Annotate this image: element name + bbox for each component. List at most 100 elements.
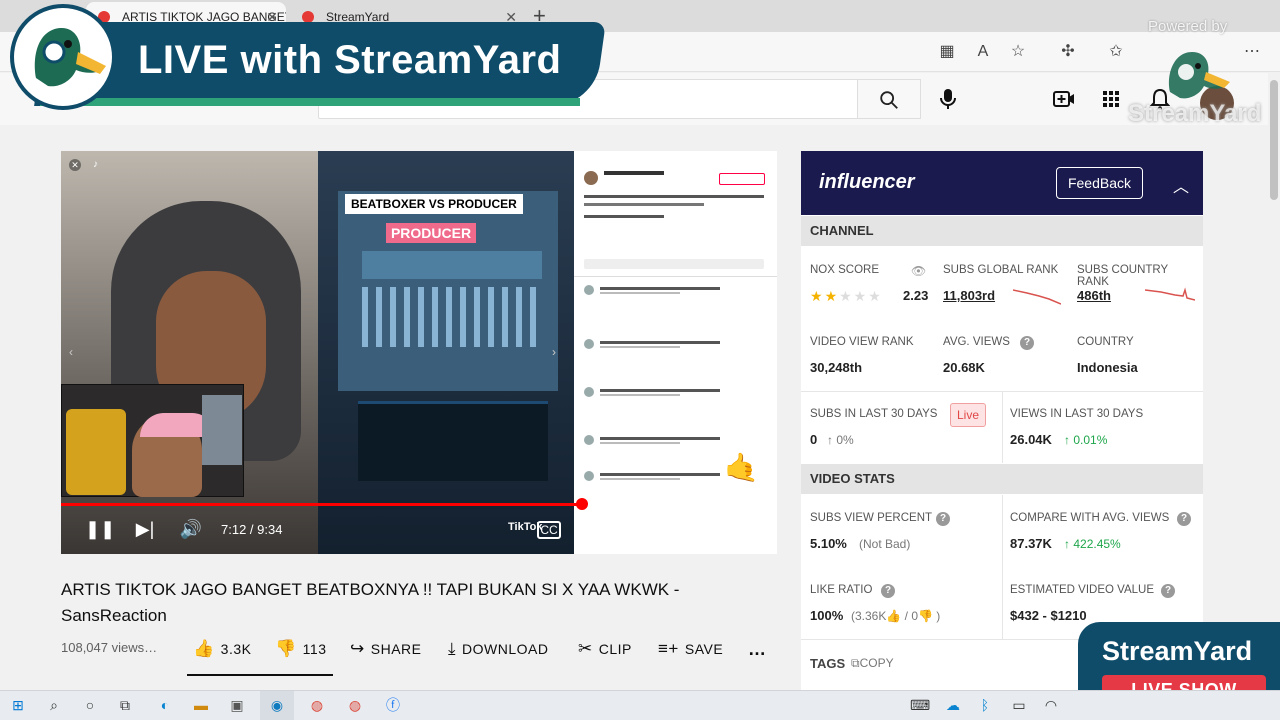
dislike-count: 113 (302, 641, 327, 657)
eye-icon[interactable]: 👁 (911, 264, 926, 278)
help-icon[interactable]: ? (1177, 512, 1191, 526)
apps-grid-icon[interactable] (1102, 90, 1120, 108)
nox-score-label: NOX SCORE (810, 264, 880, 276)
download-button[interactable]: ⤓ DOWNLOAD (448, 638, 548, 660)
scrubber-handle[interactable] (575, 498, 588, 510)
like-count: 3.3K (220, 641, 252, 657)
thumbs-up-icon: 👍 (193, 639, 215, 658)
help-icon[interactable]: ? (881, 584, 895, 598)
country-label: COUNTRY (1077, 336, 1134, 348)
compare-avg-value: 87.37K (1010, 536, 1052, 551)
video-player[interactable]: ✕ ♪ ‹ BEATBOXER VS PRODUCER PRODUCER › T… (61, 151, 777, 554)
clip-label: CLIP (598, 641, 632, 657)
monitor (358, 401, 548, 481)
help-icon[interactable]: ? (1020, 336, 1034, 350)
volume-icon[interactable]: 🔊 (179, 519, 203, 540)
help-icon[interactable]: ? (936, 512, 950, 526)
subs-30-change: ↑ 0% (827, 433, 854, 447)
settings-gear-icon[interactable]: ⚙ (585, 519, 609, 540)
favorite-add-icon[interactable]: ☆ (1008, 42, 1028, 62)
video-title: ARTIS TIKTOK JAGO BANGET BEATBOXNYA !! T… (61, 580, 680, 625)
extensions-icon[interactable]: ✣ (1058, 42, 1078, 62)
arrow-up-icon: ↑ (827, 433, 837, 447)
live-badge[interactable]: Live (950, 403, 986, 427)
arrow-up-icon: ↑ (1064, 433, 1074, 447)
create-video-icon[interactable] (1053, 89, 1075, 109)
like-button[interactable]: 👍 3.3K (193, 638, 251, 660)
file-explorer-icon[interactable]: ▬ (192, 696, 210, 714)
star-rating: ★★★★★ (810, 288, 883, 305)
favorites-icon[interactable]: ✩ (1106, 42, 1126, 62)
progress-fill (61, 503, 582, 506)
windows-start-icon[interactable]: ⊞ (9, 696, 27, 714)
more-actions-button[interactable]: … (748, 638, 767, 660)
like-ratio-dislikes: / 0 (904, 609, 918, 623)
task-view-icon[interactable]: ⧉ (116, 696, 134, 714)
wifi-icon[interactable]: ◠ (1042, 696, 1060, 714)
country-rank-trend-chart (1145, 287, 1195, 301)
streamyard-duck-watermark-icon (1162, 42, 1232, 102)
view-count[interactable]: 108,047 views… (61, 640, 157, 655)
views-30-change: ↑ 0.01% (1064, 433, 1107, 447)
onedrive-icon[interactable]: ☁ (944, 696, 962, 714)
bluetooth-icon[interactable]: ᛒ (976, 696, 994, 714)
edge-active-icon[interactable]: ◉ (268, 696, 286, 714)
keyboard-icon[interactable]: ⌨ (910, 696, 930, 714)
powered-by-label: Powered by (1148, 18, 1228, 35)
shaka-hand-icon: 🤙 (724, 452, 759, 483)
chevron-up-icon[interactable]: ︿ (1173, 173, 1189, 197)
tiktok-user-avatar (584, 171, 598, 185)
search-icon[interactable]: ⌕ (45, 696, 63, 714)
chevron-right-icon: › (552, 345, 556, 359)
estimated-value-label: ESTIMATED VIDEO VALUE (1010, 584, 1154, 596)
comment-item (584, 387, 764, 399)
captions-icon[interactable]: CC (537, 521, 561, 539)
chrome-profile-icon[interactable]: ◍ (346, 696, 364, 714)
webcam-feed (61, 384, 244, 497)
cortana-icon[interactable]: ○ (81, 696, 99, 714)
estimated-value-value: $432 - $1210 (1010, 608, 1087, 623)
like-ratio-value: 100% (810, 608, 844, 623)
copy-tags-button[interactable]: ⧉COPY (851, 656, 894, 671)
help-icon[interactable]: ? (1161, 584, 1175, 598)
caption-line (584, 195, 764, 198)
clip-button[interactable]: ✂ CLIP (578, 638, 632, 660)
download-label: DOWNLOAD (462, 641, 549, 657)
split-screen-icon[interactable]: ▦ (937, 42, 957, 62)
compare-avg-change-value: 422.45% (1073, 537, 1121, 551)
streamyard-badge-title: StreamYard (1102, 636, 1253, 666)
share-label: SHARE (370, 641, 422, 657)
comment-item (584, 339, 764, 351)
share-button[interactable]: ↪ SHARE (350, 638, 421, 660)
chrome-icon[interactable]: ◍ (308, 696, 326, 714)
duck-logo-icon (14, 8, 112, 106)
store-icon[interactable]: ▣ (228, 696, 246, 714)
caption-line (584, 203, 704, 206)
next-icon[interactable]: ▶| (133, 519, 157, 540)
subs-30-value: 0 (810, 432, 818, 447)
subs-view-percent-note: (Not Bad) (859, 537, 911, 551)
subs-global-rank-value[interactable]: 11,803rd (943, 288, 995, 303)
search-button[interactable] (857, 79, 921, 119)
facebook-icon[interactable]: ⓕ (384, 696, 402, 714)
miniplayer-icon[interactable]: ▣ (633, 519, 657, 540)
scrollbar-thumb[interactable] (1270, 80, 1278, 200)
views-30-label: VIEWS IN LAST 30 DAYS (1010, 408, 1144, 420)
subs-country-rank-label: SUBS COUNTRY RANK (1077, 264, 1168, 288)
save-button[interactable]: ≡+ SAVE (658, 638, 723, 660)
dislike-button[interactable]: 👎 113 (275, 638, 327, 660)
battery-icon[interactable]: ▭ (1010, 696, 1028, 714)
subs-country-rank-value[interactable]: 486th (1077, 288, 1111, 303)
beatboxer-vs-producer-label: BEATBOXER VS PRODUCER (345, 194, 523, 214)
read-aloud-icon[interactable]: A (973, 42, 993, 62)
subs-view-percent-value: 5.10% (810, 536, 847, 551)
pause-icon[interactable]: ❚❚ (85, 519, 115, 540)
theater-mode-icon[interactable]: ▭ (679, 519, 707, 540)
star-empty-icon: ★★★ (839, 288, 883, 304)
fullscreen-icon[interactable]: ⛶ (727, 519, 751, 540)
avg-views-value: 20.68K (943, 360, 985, 375)
edge-icon[interactable]: ◐ (156, 696, 174, 714)
microphone-icon[interactable] (938, 88, 958, 110)
feedback-button[interactable]: FeedBack (1056, 167, 1143, 199)
browser-menu-icon[interactable]: ⋯ (1242, 42, 1262, 62)
